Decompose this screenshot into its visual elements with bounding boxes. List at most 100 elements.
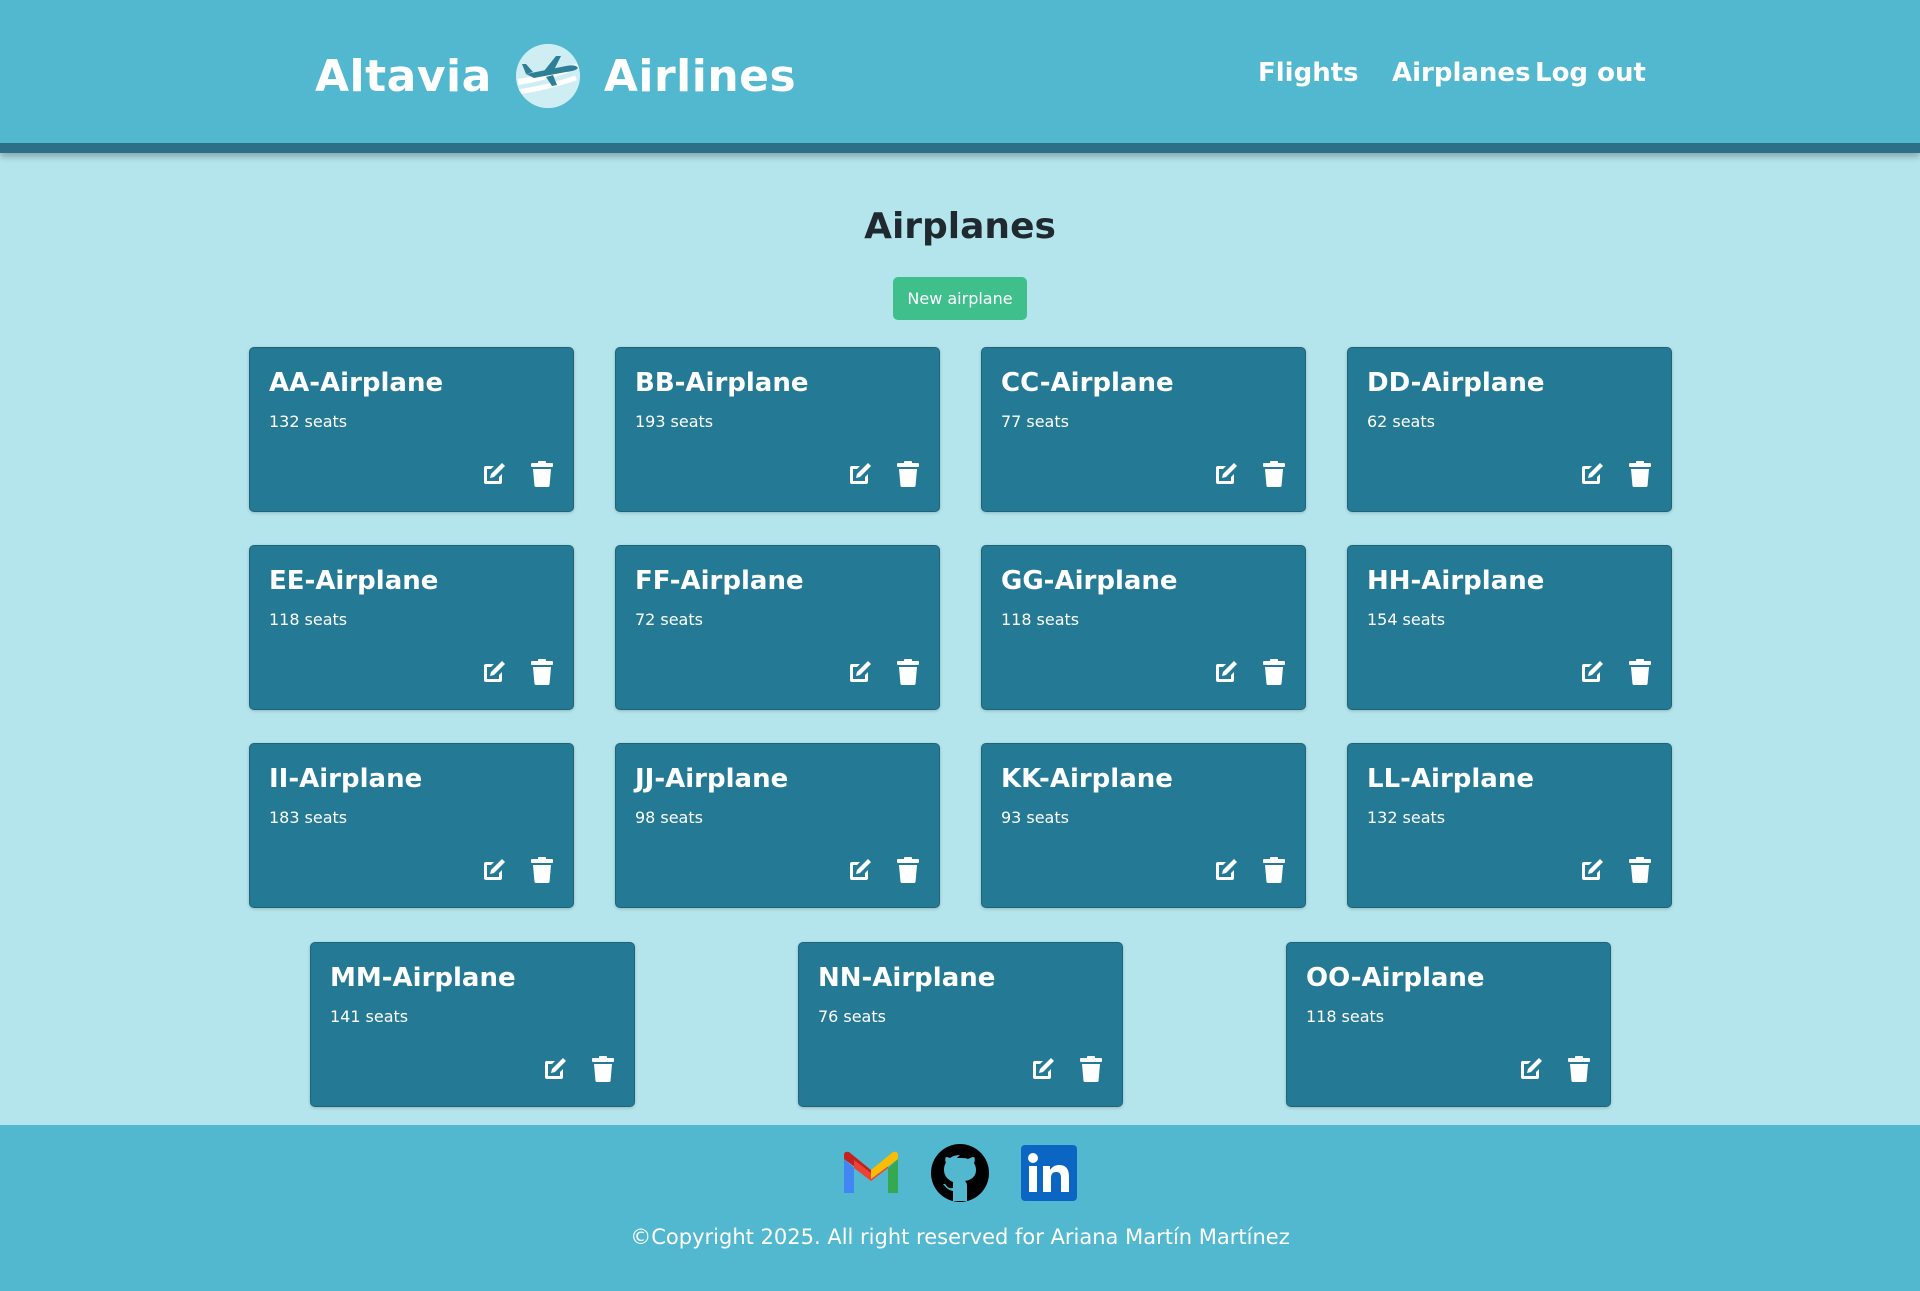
trash-icon[interactable] xyxy=(1625,855,1655,885)
seat-count: 93 xyxy=(1001,808,1022,827)
airplane-name: CC-Airplane xyxy=(1001,368,1174,398)
seats-label: seats xyxy=(1392,412,1435,431)
page-title: Airplanes xyxy=(864,206,1056,247)
airplane-seats: 141 seats xyxy=(330,1007,413,1026)
airplane-name: GG-Airplane xyxy=(1001,566,1178,596)
seats-label: seats xyxy=(304,808,348,827)
seats-label: seats xyxy=(670,412,714,431)
airplane-name: HH-Airplane xyxy=(1367,566,1545,596)
airplane-seats: 183 seats xyxy=(269,808,352,827)
trash-icon[interactable] xyxy=(1076,1054,1106,1084)
seat-count: 132 xyxy=(1367,808,1398,827)
airplane-card: FF-Airplane 72 seats xyxy=(615,545,940,710)
edit-icon[interactable] xyxy=(479,855,509,885)
nav-logout[interactable]: Log out xyxy=(1535,58,1646,88)
edit-icon[interactable] xyxy=(845,657,875,687)
airplane-name: JJ-Airplane xyxy=(635,764,789,794)
edit-icon[interactable] xyxy=(1211,657,1241,687)
airplane-seats: 93 seats xyxy=(1001,808,1074,827)
airplane-seats: 118 seats xyxy=(1001,610,1084,629)
social-links xyxy=(838,1143,1079,1203)
seat-count: 183 xyxy=(269,808,300,827)
airplane-card: MM-Airplane 141 seats xyxy=(310,942,635,1107)
site-header: Altavia Airlines Flights Airplanes Log o… xyxy=(0,0,1920,153)
edit-icon[interactable] xyxy=(1028,1054,1058,1084)
airplane-seats: 72 seats xyxy=(635,610,708,629)
airplane-logo-icon xyxy=(515,44,580,108)
trash-icon[interactable] xyxy=(588,1054,618,1084)
seat-count: 118 xyxy=(269,610,300,629)
airplane-name: KK-Airplane xyxy=(1001,764,1173,794)
airplane-card: II-Airplane 183 seats xyxy=(249,743,574,908)
airplane-seats: 132 seats xyxy=(269,412,352,431)
edit-icon[interactable] xyxy=(1577,657,1607,687)
airplane-seats: 118 seats xyxy=(269,610,352,629)
seats-label: seats xyxy=(1402,808,1446,827)
airplane-name: DD-Airplane xyxy=(1367,368,1545,398)
seats-label: seats xyxy=(1026,412,1069,431)
airplane-seats: 76 seats xyxy=(818,1007,891,1026)
edit-icon[interactable] xyxy=(1211,855,1241,885)
airplane-name: II-Airplane xyxy=(269,764,423,794)
trash-icon[interactable] xyxy=(893,459,923,489)
gmail-icon[interactable] xyxy=(841,1143,901,1203)
edit-icon[interactable] xyxy=(1577,855,1607,885)
trash-icon[interactable] xyxy=(1625,657,1655,687)
nav-airplanes[interactable]: Airplanes xyxy=(1392,58,1531,88)
github-icon[interactable] xyxy=(930,1143,990,1203)
seat-count: 98 xyxy=(635,808,656,827)
nav-flights[interactable]: Flights xyxy=(1258,58,1374,88)
trash-icon[interactable] xyxy=(1564,1054,1594,1084)
seats-label: seats xyxy=(660,610,703,629)
trash-icon[interactable] xyxy=(527,657,557,687)
trash-icon[interactable] xyxy=(1259,855,1289,885)
seats-label: seats xyxy=(304,412,348,431)
seats-label: seats xyxy=(660,808,703,827)
airplane-card: LL-Airplane 132 seats xyxy=(1347,743,1672,908)
seats-label: seats xyxy=(1341,1007,1385,1026)
seats-label: seats xyxy=(1026,808,1069,827)
trash-icon[interactable] xyxy=(1259,657,1289,687)
airplane-card: GG-Airplane 118 seats xyxy=(981,545,1306,710)
airplane-seats: 118 seats xyxy=(1306,1007,1389,1026)
trash-icon[interactable] xyxy=(1259,459,1289,489)
seat-count: 118 xyxy=(1001,610,1032,629)
seats-label: seats xyxy=(1036,610,1080,629)
copyright-text: ©Copyright 2025. All right reserved for … xyxy=(630,1225,1290,1249)
edit-icon[interactable] xyxy=(1211,459,1241,489)
edit-icon[interactable] xyxy=(1516,1054,1546,1084)
airplane-name: EE-Airplane xyxy=(269,566,439,596)
seats-label: seats xyxy=(843,1007,886,1026)
edit-icon[interactable] xyxy=(1577,459,1607,489)
seat-count: 141 xyxy=(330,1007,361,1026)
airplane-card: KK-Airplane 93 seats xyxy=(981,743,1306,908)
trash-icon[interactable] xyxy=(527,855,557,885)
trash-icon[interactable] xyxy=(1625,459,1655,489)
edit-icon[interactable] xyxy=(540,1054,570,1084)
airplane-name: BB-Airplane xyxy=(635,368,809,398)
edit-icon[interactable] xyxy=(479,657,509,687)
trash-icon[interactable] xyxy=(893,855,923,885)
airplane-card: EE-Airplane 118 seats xyxy=(249,545,574,710)
airplane-seats: 154 seats xyxy=(1367,610,1450,629)
airplane-card: AA-Airplane 132 seats xyxy=(249,347,574,512)
seats-label: seats xyxy=(304,610,348,629)
linkedin-icon[interactable] xyxy=(1019,1143,1079,1203)
airplane-card: CC-Airplane 77 seats xyxy=(981,347,1306,512)
trash-icon[interactable] xyxy=(527,459,557,489)
seat-count: 72 xyxy=(635,610,656,629)
airplane-name: OO-Airplane xyxy=(1306,963,1485,993)
new-airplane-button[interactable]: New airplane xyxy=(893,277,1027,320)
edit-icon[interactable] xyxy=(845,459,875,489)
seat-count: 62 xyxy=(1367,412,1388,431)
airplane-seats: 193 seats xyxy=(635,412,718,431)
brand[interactable]: Altavia Airlines xyxy=(315,44,796,108)
brand-name-right: Airlines xyxy=(603,50,797,102)
edit-icon[interactable] xyxy=(845,855,875,885)
seat-count: 76 xyxy=(818,1007,839,1026)
edit-icon[interactable] xyxy=(479,459,509,489)
trash-icon[interactable] xyxy=(893,657,923,687)
airplane-name: LL-Airplane xyxy=(1367,764,1534,794)
main-nav: Flights Airplanes Log out xyxy=(1258,58,1646,88)
seat-count: 193 xyxy=(635,412,666,431)
